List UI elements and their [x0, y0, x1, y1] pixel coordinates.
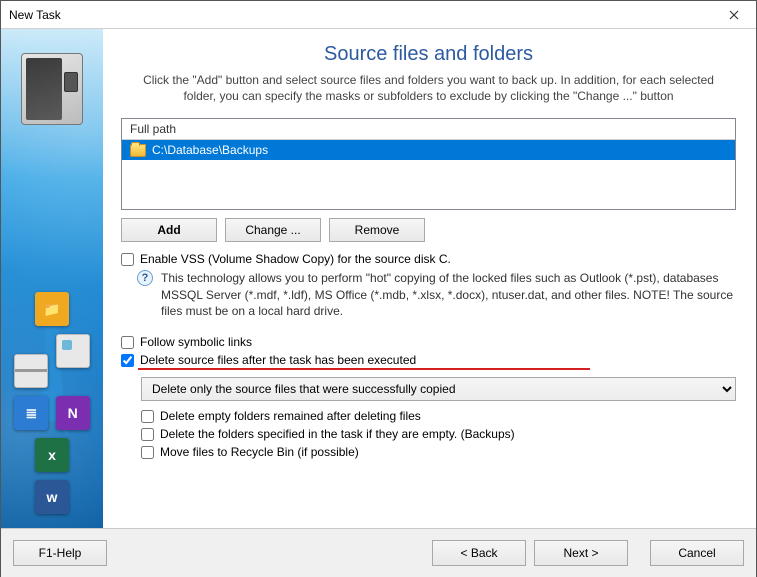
vss-info-text: This technology allows you to perform "h… — [161, 270, 736, 319]
delete-source-label: Delete source files after the task has b… — [140, 353, 416, 367]
add-button[interactable]: Add — [121, 218, 217, 242]
wizard-content: Source files and folders Click the "Add"… — [103, 29, 756, 528]
symbolic-checkbox[interactable] — [121, 336, 134, 349]
recycle-bin-row[interactable]: Move files to Recycle Bin (if possible) — [141, 445, 736, 459]
page-intro: Click the "Add" button and select source… — [129, 72, 729, 104]
contact-card-icon: ≣ — [14, 396, 48, 430]
back-button[interactable]: < Back — [432, 540, 526, 566]
delete-specified-folders-label: Delete the folders specified in the task… — [160, 427, 515, 441]
word-icon: w — [35, 480, 69, 514]
wizard-button-bar: F1-Help < Back Next > Cancel — [1, 528, 756, 577]
recycle-bin-checkbox[interactable] — [141, 446, 154, 459]
document-icon — [14, 354, 48, 388]
dialog-body: 📁 ≣ N x w Source files and folders Click… — [1, 29, 756, 528]
vss-checkbox[interactable] — [121, 253, 134, 266]
delete-source-checkbox-row[interactable]: Delete source files after the task has b… — [121, 353, 736, 367]
next-button[interactable]: Next > — [534, 540, 628, 566]
recycle-bin-label: Move files to Recycle Bin (if possible) — [160, 445, 359, 459]
onenote-icon: N — [56, 396, 90, 430]
vss-checkbox-row[interactable]: Enable VSS (Volume Shadow Copy) for the … — [121, 252, 736, 266]
close-button[interactable] — [712, 1, 756, 29]
delete-specified-folders-row[interactable]: Delete the folders specified in the task… — [141, 427, 736, 441]
safe-icon — [21, 53, 83, 125]
delete-empty-folders-row[interactable]: Delete empty folders remained after dele… — [141, 409, 736, 423]
cancel-button[interactable]: Cancel — [650, 540, 744, 566]
wizard-sidebar-graphic: 📁 ≣ N x w — [1, 29, 103, 528]
delete-mode-select[interactable]: Delete only the source files that were s… — [141, 377, 736, 401]
delete-specified-folders-checkbox[interactable] — [141, 428, 154, 441]
symbolic-checkbox-row[interactable]: Follow symbolic links — [121, 335, 736, 349]
page-title: Source files and folders — [121, 43, 736, 66]
vss-label: Enable VSS (Volume Shadow Copy) for the … — [140, 252, 451, 266]
source-list-header: Full path — [122, 119, 735, 140]
excel-icon: x — [35, 438, 69, 472]
info-icon: ? — [137, 270, 153, 286]
vss-info: ? This technology allows you to perform … — [137, 270, 736, 319]
titlebar: New Task — [1, 1, 756, 29]
window-title: New Task — [9, 8, 712, 22]
help-button[interactable]: F1-Help — [13, 540, 107, 566]
delete-empty-folders-label: Delete empty folders remained after dele… — [160, 409, 421, 423]
folder-icon — [130, 144, 146, 157]
source-path: C:\Database\Backups — [152, 143, 268, 157]
source-row[interactable]: C:\Database\Backups — [122, 140, 735, 160]
source-list[interactable]: Full path C:\Database\Backups — [121, 118, 736, 210]
remove-button[interactable]: Remove — [329, 218, 425, 242]
change-button[interactable]: Change ... — [225, 218, 321, 242]
source-buttons-row: Add Change ... Remove — [121, 218, 736, 242]
delete-source-checkbox[interactable] — [121, 354, 134, 367]
delete-empty-folders-checkbox[interactable] — [141, 410, 154, 423]
close-icon — [729, 10, 739, 20]
symbolic-label: Follow symbolic links — [140, 335, 252, 349]
folder-share-icon: 📁 — [35, 292, 69, 326]
delete-options-group: Delete only the source files that were s… — [141, 377, 736, 459]
picture-icon — [56, 334, 90, 368]
